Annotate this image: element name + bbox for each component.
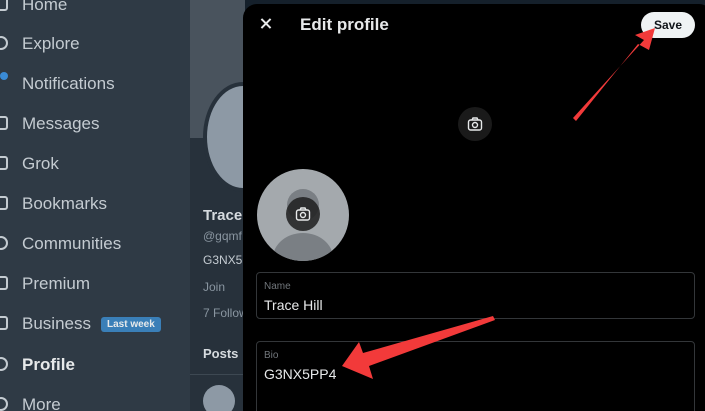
sidebar-item-notifications[interactable]: Notifications xyxy=(0,64,115,104)
sidebar-item-profile[interactable]: Profile xyxy=(0,345,75,385)
sidebar-item-messages[interactable]: Messages xyxy=(0,104,99,144)
sidebar-item-label: Notifications xyxy=(22,74,115,93)
bookmark-icon xyxy=(0,184,22,224)
profile-handle: @gqmf xyxy=(203,229,242,243)
sidebar-item-grok[interactable]: Grok xyxy=(0,144,59,184)
profile-bio: G3NX5 xyxy=(203,253,243,267)
sidebar-item-more[interactable]: More xyxy=(0,385,61,411)
bio-input[interactable]: G3NX5PP4 xyxy=(264,366,684,382)
bio-field[interactable]: Bio G3NX5PP4 xyxy=(256,341,695,411)
add-avatar-photo-button[interactable] xyxy=(286,197,320,231)
sidebar-item-premium[interactable]: Premium xyxy=(0,264,90,304)
more-icon xyxy=(0,385,22,411)
bell-icon xyxy=(0,64,22,104)
sidebar-item-label: Grok xyxy=(22,154,59,173)
name-field[interactable]: Name xyxy=(256,272,695,319)
page-title: Edit profile xyxy=(300,15,389,34)
sidebar-item-label: Home xyxy=(22,0,68,14)
sidebar-item-business[interactable]: Business Last week xyxy=(0,304,161,344)
sidebar-item-communities[interactable]: Communities xyxy=(0,224,121,264)
search-icon xyxy=(0,24,22,64)
sidebar-item-home[interactable]: Home xyxy=(0,0,67,25)
sidebar-item-label: Profile xyxy=(22,355,75,374)
divider xyxy=(190,374,245,375)
sidebar-item-explore[interactable]: Explore xyxy=(0,24,80,64)
profile-follow-count: 7 Follow xyxy=(203,306,245,320)
sidebar-item-label: Business xyxy=(22,314,91,333)
name-input[interactable] xyxy=(264,297,684,313)
profile-joined: Join xyxy=(203,280,226,294)
avatar xyxy=(203,385,235,411)
bio-field-label: Bio xyxy=(264,350,279,361)
home-icon xyxy=(0,0,22,25)
sidebar-item-label: Explore xyxy=(22,34,80,53)
camera-icon xyxy=(295,207,311,221)
name-field-label: Name xyxy=(264,281,291,292)
x-icon xyxy=(0,264,22,304)
sidebar-item-bookmarks[interactable]: Bookmarks xyxy=(0,184,107,224)
grok-icon xyxy=(0,144,22,184)
sidebar-item-label: Bookmarks xyxy=(22,194,108,213)
tab-posts[interactable]: Posts xyxy=(203,346,245,361)
people-icon xyxy=(0,224,22,264)
camera-icon xyxy=(467,117,483,131)
person-icon xyxy=(0,345,22,385)
profile-name: Trace xyxy=(203,207,243,224)
sidebar-item-label: Premium xyxy=(22,274,91,293)
last-week-badge: Last week xyxy=(100,316,161,332)
save-button[interactable]: Save xyxy=(641,12,695,38)
close-icon[interactable] xyxy=(256,14,276,34)
notification-dot xyxy=(0,72,8,80)
sidebar-item-label: More xyxy=(22,395,61,411)
sidebar-item-label: Communities xyxy=(22,234,122,253)
sidebar-nav: Home Explore Notifications Messages Grok… xyxy=(0,0,190,411)
sidebar-item-label: Messages xyxy=(22,114,100,133)
mail-icon xyxy=(0,104,22,144)
add-banner-photo-button[interactable] xyxy=(458,107,492,141)
lightning-icon xyxy=(0,304,22,344)
